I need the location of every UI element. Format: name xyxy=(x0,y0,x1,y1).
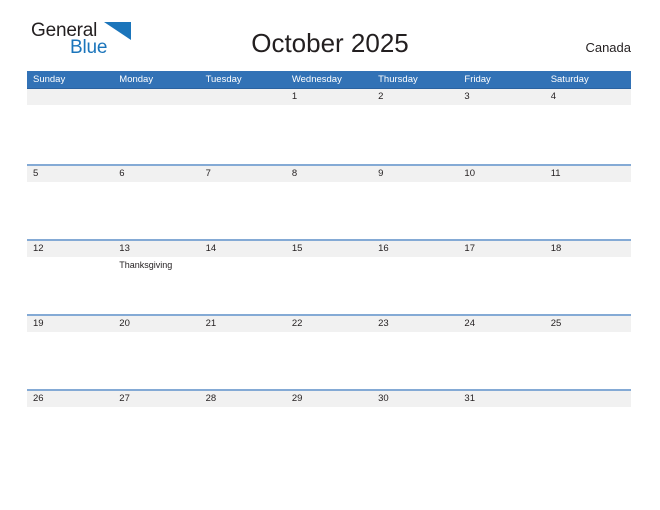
week-date-band: 5 6 7 8 9 10 11 xyxy=(27,166,631,182)
day-cell-event[interactable] xyxy=(286,257,372,314)
calendar-week-row: 12 13 14 15 16 17 18 Thanksgiving xyxy=(27,239,631,314)
day-cell-event[interactable] xyxy=(545,407,631,464)
day-cell-event[interactable] xyxy=(286,182,372,239)
page-header: General Blue October 2025 Canada xyxy=(0,0,660,68)
day-cell-number[interactable]: 2 xyxy=(372,89,458,105)
day-cell-number[interactable]: 18 xyxy=(545,241,631,257)
weekday-monday: Monday xyxy=(119,74,154,85)
day-cell-number[interactable]: 16 xyxy=(372,241,458,257)
day-cell-number[interactable]: 7 xyxy=(200,166,286,182)
day-cell-number[interactable]: 5 xyxy=(27,166,113,182)
day-cell-number[interactable]: 8 xyxy=(286,166,372,182)
calendar-weekday-header: Sunday Monday Tuesday Wednesday Thursday… xyxy=(27,71,631,89)
day-cell-number[interactable]: 26 xyxy=(27,391,113,407)
week-event-body xyxy=(27,182,631,239)
day-cell-event[interactable] xyxy=(200,407,286,464)
calendar-week-row: 19 20 21 22 23 24 25 xyxy=(27,314,631,389)
weekday-thursday: Thursday xyxy=(378,74,418,85)
day-cell-number[interactable]: 20 xyxy=(113,316,199,332)
day-cell-number[interactable] xyxy=(113,89,199,105)
day-cell-number[interactable]: 4 xyxy=(545,89,631,105)
day-cell-event[interactable] xyxy=(200,182,286,239)
weekday-saturday: Saturday xyxy=(550,74,589,85)
day-cell-number[interactable]: 31 xyxy=(458,391,544,407)
day-cell-event[interactable] xyxy=(372,407,458,464)
day-cell-number[interactable] xyxy=(200,89,286,105)
week-date-band: 1 2 3 4 xyxy=(27,89,631,105)
day-cell-number[interactable]: 19 xyxy=(27,316,113,332)
day-cell-number[interactable]: 13 xyxy=(113,241,199,257)
day-cell-event[interactable] xyxy=(200,257,286,314)
week-date-band: 19 20 21 22 23 24 25 xyxy=(27,316,631,332)
day-cell-number[interactable]: 23 xyxy=(372,316,458,332)
day-cell-number[interactable]: 30 xyxy=(372,391,458,407)
weekday-wednesday: Wednesday xyxy=(291,74,342,85)
calendar-week-row: 1 2 3 4 xyxy=(27,89,631,164)
day-cell-number[interactable]: 6 xyxy=(113,166,199,182)
day-cell-number[interactable]: 10 xyxy=(458,166,544,182)
week-event-body xyxy=(27,407,631,464)
day-cell-event[interactable] xyxy=(372,182,458,239)
day-cell-event[interactable] xyxy=(545,105,631,162)
day-cell-number[interactable]: 22 xyxy=(286,316,372,332)
day-cell-number[interactable]: 28 xyxy=(200,391,286,407)
day-cell-number[interactable]: 27 xyxy=(113,391,199,407)
day-cell-number[interactable]: 12 xyxy=(27,241,113,257)
day-cell-number[interactable]: 1 xyxy=(286,89,372,105)
day-cell-number[interactable]: 24 xyxy=(458,316,544,332)
day-cell-number[interactable]: 17 xyxy=(458,241,544,257)
day-cell-event[interactable] xyxy=(286,407,372,464)
day-cell-number[interactable]: 11 xyxy=(545,166,631,182)
calendar-week-row: 5 6 7 8 9 10 11 xyxy=(27,164,631,239)
day-cell-event[interactable] xyxy=(200,332,286,389)
day-cell-event[interactable] xyxy=(27,105,113,162)
day-cell-event[interactable] xyxy=(458,407,544,464)
weekday-tuesday: Tuesday xyxy=(205,74,242,85)
day-cell-event[interactable] xyxy=(372,257,458,314)
day-cell-event[interactable] xyxy=(27,182,113,239)
day-cell-event[interactable] xyxy=(372,332,458,389)
week-event-body xyxy=(27,332,631,389)
day-cell-event[interactable] xyxy=(458,105,544,162)
page-title: October 2025 xyxy=(251,28,409,58)
day-cell-event[interactable] xyxy=(458,257,544,314)
day-cell-event[interactable] xyxy=(545,182,631,239)
day-cell-number[interactable]: 14 xyxy=(200,241,286,257)
day-cell-event[interactable] xyxy=(27,407,113,464)
day-cell-event[interactable] xyxy=(27,257,113,314)
day-cell-event[interactable] xyxy=(113,105,199,162)
week-date-band: 26 27 28 29 30 31 xyxy=(27,391,631,407)
week-event-body: Thanksgiving xyxy=(27,257,631,314)
calendar-grid: Sunday Monday Tuesday Wednesday Thursday… xyxy=(27,71,631,464)
day-cell-number[interactable]: 29 xyxy=(286,391,372,407)
day-cell-event[interactable] xyxy=(200,105,286,162)
day-cell-number[interactable] xyxy=(27,89,113,105)
day-cell-event[interactable] xyxy=(545,257,631,314)
day-cell-event[interactable] xyxy=(27,332,113,389)
weekday-sunday: Sunday xyxy=(33,74,66,85)
day-cell-number[interactable]: 3 xyxy=(458,89,544,105)
day-cell-event[interactable] xyxy=(113,182,199,239)
day-cell-number[interactable] xyxy=(545,391,631,407)
week-date-band: 12 13 14 15 16 17 18 xyxy=(27,241,631,257)
day-cell-event[interactable]: Thanksgiving xyxy=(113,257,199,314)
day-cell-number[interactable]: 9 xyxy=(372,166,458,182)
day-cell-event[interactable] xyxy=(458,182,544,239)
calendar-week-row: 26 27 28 29 30 31 xyxy=(27,389,631,464)
day-cell-number[interactable]: 25 xyxy=(545,316,631,332)
day-cell-event[interactable] xyxy=(545,332,631,389)
day-cell-event[interactable] xyxy=(372,105,458,162)
weekday-friday: Friday xyxy=(464,74,491,85)
day-cell-event[interactable] xyxy=(458,332,544,389)
day-cell-event[interactable] xyxy=(286,105,372,162)
day-cell-event[interactable] xyxy=(286,332,372,389)
day-cell-event[interactable] xyxy=(113,332,199,389)
country-label: Canada xyxy=(585,40,631,55)
day-cell-event[interactable] xyxy=(113,407,199,464)
day-cell-number[interactable]: 21 xyxy=(200,316,286,332)
day-cell-number[interactable]: 15 xyxy=(286,241,372,257)
week-event-body xyxy=(27,105,631,162)
